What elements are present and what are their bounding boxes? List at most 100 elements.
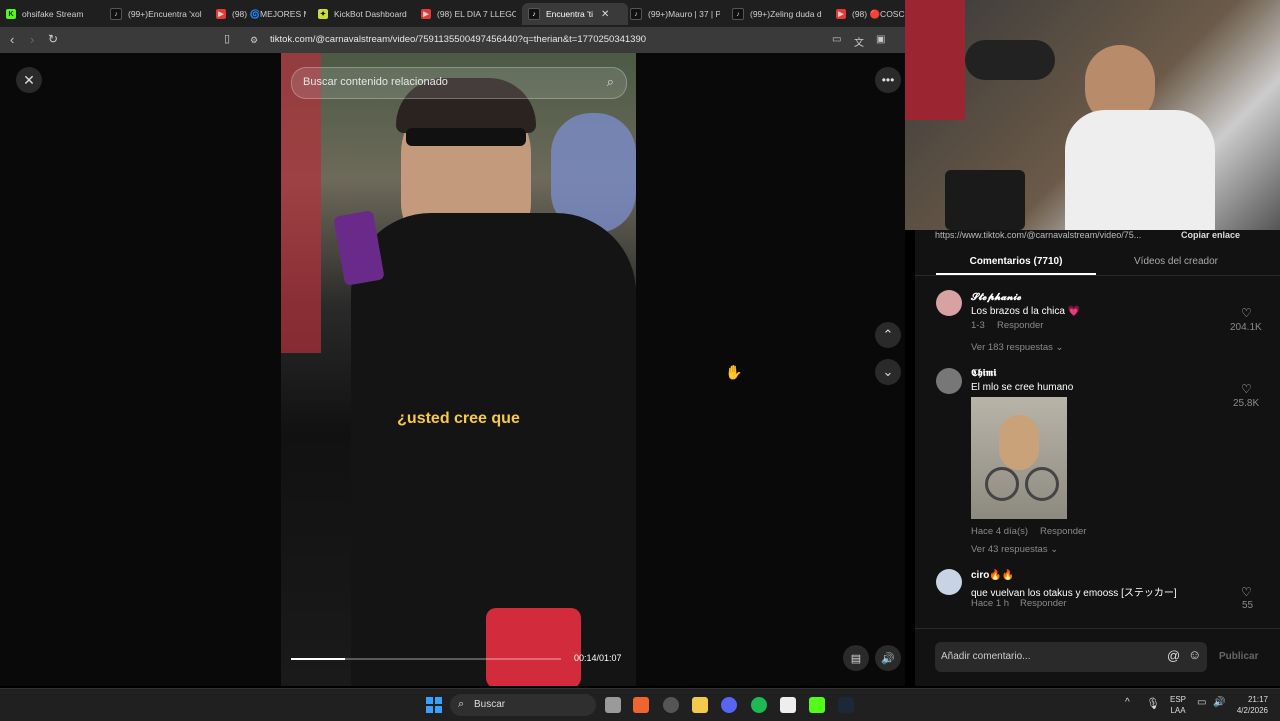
network-icon[interactable]: ▭ [1197,697,1206,708]
kick-icon[interactable] [809,697,825,713]
reply-button[interactable]: Responder [1020,598,1066,609]
dog-shape [999,415,1039,470]
avatar[interactable] [936,569,962,595]
miniplayer-button[interactable]: ▤ [843,645,869,671]
mention-icon[interactable]: @ [1167,648,1180,663]
previous-video-button[interactable]: ⌃ [875,322,901,348]
related-search-placeholder: Buscar contenido relacionado [303,76,448,88]
tab-0[interactable]: Kohsifake Stream [6,3,101,25]
tab-label: (99+)Mauro | 37 | P [648,9,720,19]
comment-user[interactable]: 𝓢𝓽𝓮𝓹𝓱𝓪𝓷𝓲𝓮 [971,292,1021,303]
clock[interactable]: 21:17 4/2/2026 [1232,694,1268,716]
reply-button[interactable]: Responder [997,320,1043,331]
reply-button[interactable]: Responder [1040,526,1086,537]
taskbar-search-label: Buscar [474,699,506,710]
comment-user[interactable]: 𝕮𝖍𝖎𝖒𝖎 [971,368,996,379]
avatar[interactable] [936,290,962,316]
comments-panel: https://www.tiktok.com/@carnavalstream/v… [915,230,1280,686]
tab-creator-videos[interactable]: Vídeos del creador [1096,256,1256,267]
tab-6[interactable]: ♪ (99+)Mauro | 37 | P [630,3,720,25]
cast-icon[interactable]: ▣ [876,34,885,45]
comment-input[interactable]: Añadir comentario... @ ☺ [935,642,1207,672]
publish-button[interactable]: Publicar [1219,651,1258,662]
close-video-button[interactable]: ✕ [16,67,42,93]
tab-label: (98) 🌀MEJORES M [232,8,306,19]
windows-start-icon[interactable] [426,697,442,713]
tab-label: (98) 🔴COSCU [852,8,905,19]
avatar[interactable] [936,368,962,394]
clock-date: 4/2/2026 [1236,706,1268,715]
webcam-overlay [905,0,1280,230]
tab-1[interactable]: ♪ (99+)Encuentra 'xol [110,3,208,25]
close-tab-icon[interactable]: ✕ [601,9,609,20]
tab-2[interactable]: ▶ (98) 🌀MEJORES M [216,3,306,25]
translate-icon[interactable]: 文 [854,34,864,49]
copy-link-button[interactable]: Copiar enlace [1181,230,1240,240]
tiktok-icon: ♪ [528,8,540,20]
video-link[interactable]: https://www.tiktok.com/@carnavalstream/v… [935,230,1171,240]
search-icon: ⌕ [458,698,465,710]
reload-icon[interactable]: ↻ [48,32,58,46]
steam-icon[interactable] [838,697,854,713]
pip-icon[interactable]: ▭ [832,34,841,45]
wheel-shape [985,467,1019,501]
brave-icon[interactable] [633,697,649,713]
tab-label: KickBot Dashboard [334,9,407,19]
comment-image[interactable] [971,397,1067,519]
task-view-icon[interactable] [605,697,621,713]
tab-7[interactable]: ♪ (99+)Zeling duda d [732,3,824,25]
volume-button[interactable]: 🔊 [875,645,901,671]
view-replies-button[interactable]: Ver 43 respuestas ⌄ [971,544,1058,555]
language-code: ESP [1170,695,1187,704]
browser-tab-bar: Kohsifake Stream ♪ (99+)Encuentra 'xol ▶ (… [0,0,905,27]
youtube-icon: ▶ [216,9,226,19]
emoji-icon[interactable]: ☺ [1188,647,1201,662]
obs-icon[interactable] [663,697,679,713]
tiktok-icon: ♪ [630,8,642,20]
more-options-button[interactable]: ••• [875,67,901,93]
tab-comments[interactable]: Comentarios (7710) [936,256,1096,267]
comment-user[interactable]: ciro🔥🔥 [971,570,1014,581]
chevron-up-icon[interactable]: ^ [1125,697,1130,708]
microphone-icon[interactable]: 🎙 [1146,697,1160,710]
progress-track[interactable] [291,658,561,660]
taskbar: ⌕ Buscar ^ 🎙 ESP LAA ▭ 🔊 21:17 4/2/2026 [0,688,1280,721]
video-time: 00:14/01:07 [574,653,622,663]
webcam-poster [905,0,965,120]
forward-icon[interactable]: › [30,32,34,47]
search-icon[interactable]: ⌕ [607,74,614,90]
discord-icon[interactable] [721,697,737,713]
url-field[interactable]: tiktok.com/@carnavalstream/video/7591135… [270,31,870,49]
like-count: 204.1K [1230,322,1262,333]
like-count: 25.8K [1233,398,1260,409]
back-icon[interactable]: ‹ [10,32,14,47]
chevron-down-icon: ⌄ [1050,544,1059,555]
site-info-icon[interactable]: ⚙ [250,35,258,46]
tab-8[interactable]: ▶ (98) 🔴COSCU [836,3,905,25]
volume-icon[interactable]: 🔊 [1213,697,1225,708]
bookmark-icon[interactable]: ▯ [224,32,230,45]
taskbar-search[interactable]: ⌕ Buscar [450,694,596,716]
app-icon[interactable] [780,697,796,713]
red-object [486,608,581,686]
layout-code: LAA [1170,706,1186,715]
comment-meta: 1-3 [971,320,985,331]
spotify-icon[interactable] [751,697,767,713]
comment-meta: Hace 4 día(s) [971,526,1029,537]
file-explorer-icon[interactable] [692,697,708,713]
tab-4[interactable]: ▶ (98) EL DIA 7 LLEGO [421,3,516,25]
language-indicator[interactable]: ESP LAA [1170,694,1186,716]
tab-3[interactable]: ✦ KickBot Dashboard [318,3,413,25]
next-video-button[interactable]: ⌄ [875,359,901,385]
view-replies-label: Ver 183 respuestas [971,342,1053,353]
heart-icon[interactable]: ♡ [1241,306,1252,320]
heart-icon[interactable]: ♡ [1241,585,1252,599]
youtube-icon: ▶ [836,9,846,19]
view-replies-button[interactable]: Ver 183 respuestas ⌄ [971,342,1063,353]
heart-icon[interactable]: ♡ [1241,382,1252,396]
video-player[interactable]: Buscar contenido relacionado ⌕ ¿usted cr… [281,53,636,686]
clock-time: 21:17 [1247,695,1268,704]
tab-active[interactable]: ♪ Encuentra 'ti ✕ [522,3,628,25]
related-search-box[interactable]: Buscar contenido relacionado ⌕ [291,67,627,99]
youtube-icon: ▶ [421,9,431,19]
